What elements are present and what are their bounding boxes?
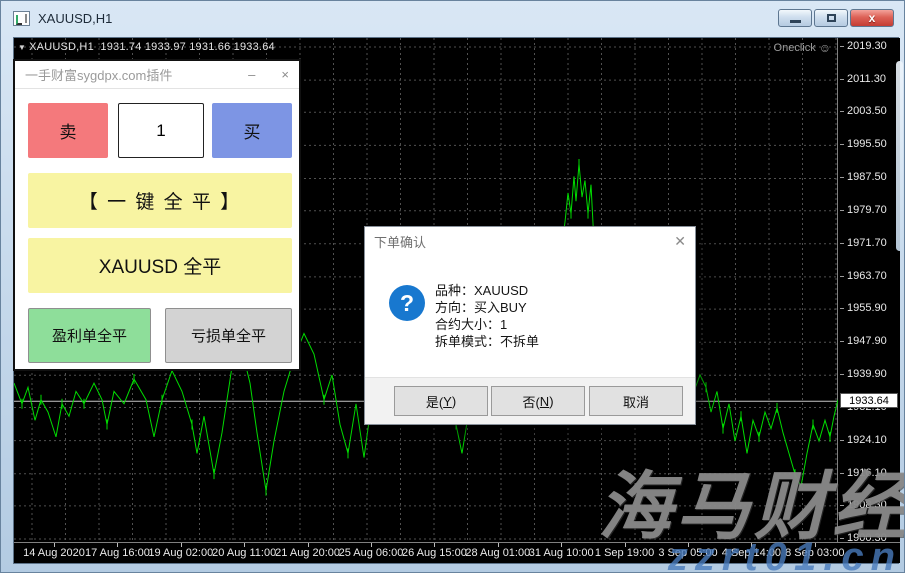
window-edge-highlight	[896, 61, 903, 251]
close-all-button[interactable]: 【 一 键 全 平 】	[28, 173, 292, 228]
price-axis-label: 1939.90	[847, 368, 887, 380]
price-axis-label: 2003.50	[847, 105, 887, 117]
close-profit-orders-button[interactable]: 盈利单全平	[28, 308, 151, 363]
time-axis-tick	[371, 543, 372, 547]
quote-symbol: XAUUSD,H1	[29, 41, 94, 53]
minimize-button[interactable]	[778, 9, 812, 27]
watermark-small: zzrt01.cn	[668, 535, 902, 573]
oneclick-label: Oneclick	[774, 42, 816, 54]
dialog-footer: 是(Y) 否(N) 取消	[365, 377, 695, 424]
plugin-panel-title: 一手财富sygdpx.com插件	[25, 65, 172, 84]
lot-size-input[interactable]	[118, 103, 204, 158]
trade-plugin-panel: 一手财富sygdpx.com插件 – × 卖 买 【 一 键 全 平 】 XAU…	[13, 59, 301, 371]
oneclick-smiley-icon: ☺	[819, 41, 831, 55]
time-axis-tick	[308, 543, 309, 547]
time-axis-tick	[54, 543, 55, 547]
time-axis-label: 28 Aug 01:00	[465, 547, 530, 559]
time-axis-tick	[561, 543, 562, 547]
quote-header: ▼XAUUSD,H1 1931.74 1933.97 1931.66 1933.…	[18, 41, 275, 53]
time-axis-label: 25 Aug 06:00	[339, 547, 404, 559]
close-button[interactable]: x	[850, 9, 894, 27]
quote-ohlc: 1931.74 1933.97 1931.66 1933.64	[100, 41, 274, 53]
symbol-dropdown-arrow-icon: ▼	[18, 43, 26, 52]
order-details: 品种：XAUUSD 方向：买入BUY 合约大小：1 拆单模式：不拆单	[435, 282, 539, 350]
price-axis-label: 2019.30	[847, 40, 887, 52]
time-axis-tick	[434, 543, 435, 547]
plugin-panel-titlebar[interactable]: 一手财富sygdpx.com插件 – ×	[15, 61, 299, 89]
order-lot-line: 合约大小：1	[435, 316, 539, 333]
panel-minimize-button[interactable]: –	[248, 67, 255, 82]
time-axis-tick	[117, 543, 118, 547]
price-axis-label: 1971.70	[847, 237, 887, 249]
yes-button[interactable]: 是(Y)	[394, 386, 488, 416]
oneclick-trading-toggle[interactable]: Oneclick ☺	[774, 41, 831, 55]
time-axis-label: 26 Aug 15:00	[402, 547, 467, 559]
current-price-tag: 1933.64	[840, 393, 898, 408]
price-axis-label: 1979.70	[847, 204, 887, 216]
yes-key: Y	[443, 394, 452, 409]
dialog-titlebar[interactable]: 下单确认 ✕	[365, 227, 695, 255]
time-axis-label: 17 Aug 16:00	[85, 547, 150, 559]
no-button[interactable]: 否(N)	[491, 386, 585, 416]
time-axis-label: 31 Aug 10:00	[529, 547, 594, 559]
price-axis-label: 1955.90	[847, 302, 887, 314]
maximize-button[interactable]	[814, 9, 848, 27]
yes-label: 是(	[426, 392, 443, 411]
mt4-chart-window: XAUUSD,H1 x ▼XAUUSD,H1 1931.74 1933.97 1…	[0, 0, 905, 573]
maximize-icon	[827, 14, 836, 22]
close-loss-orders-button[interactable]: 亏损单全平	[165, 308, 292, 363]
time-axis-label: 20 Aug 11:00	[212, 547, 276, 559]
sell-button[interactable]: 卖	[28, 103, 108, 158]
no-label: 否(	[522, 392, 539, 411]
buy-button[interactable]: 买	[212, 103, 292, 158]
time-axis-label: 14 Aug 2020	[23, 547, 85, 559]
price-axis-label: 1987.50	[847, 171, 887, 183]
no-key: N	[540, 394, 549, 409]
order-split-mode-line: 拆单模式：不拆单	[435, 333, 539, 350]
chart-icon	[13, 11, 30, 26]
dialog-close-icon[interactable]: ✕	[674, 233, 686, 250]
order-symbol-line: 品种：XAUUSD	[435, 282, 539, 299]
close-icon: x	[869, 12, 876, 24]
minimize-icon	[790, 20, 801, 23]
order-confirm-dialog: 下单确认 ✕ ? 品种：XAUUSD 方向：买入BUY 合约大小：1 拆单模式：…	[364, 226, 696, 425]
time-axis-tick	[244, 543, 245, 547]
order-direction-line: 方向：买入BUY	[435, 299, 539, 316]
price-axis-label: 2011.30	[847, 73, 886, 85]
time-axis-label: 19 Aug 02:00	[148, 547, 213, 559]
price-axis-label: 1947.90	[847, 335, 887, 347]
price-axis-label: 1995.50	[847, 138, 887, 150]
dialog-title: 下单确认	[374, 232, 426, 251]
cancel-button[interactable]: 取消	[589, 386, 683, 416]
time-axis-tick	[498, 543, 499, 547]
close-symbol-button[interactable]: XAUUSD 全平	[28, 238, 292, 293]
time-axis-label: 21 Aug 20:00	[275, 547, 340, 559]
price-axis-label: 1963.70	[847, 270, 887, 282]
question-icon: ?	[389, 285, 425, 321]
window-title: XAUUSD,H1	[38, 11, 112, 26]
panel-close-button[interactable]: ×	[281, 67, 289, 82]
window-titlebar[interactable]: XAUUSD,H1 x	[1, 1, 904, 35]
price-axis-label: 1924.10	[847, 434, 887, 446]
time-axis-tick	[181, 543, 182, 547]
